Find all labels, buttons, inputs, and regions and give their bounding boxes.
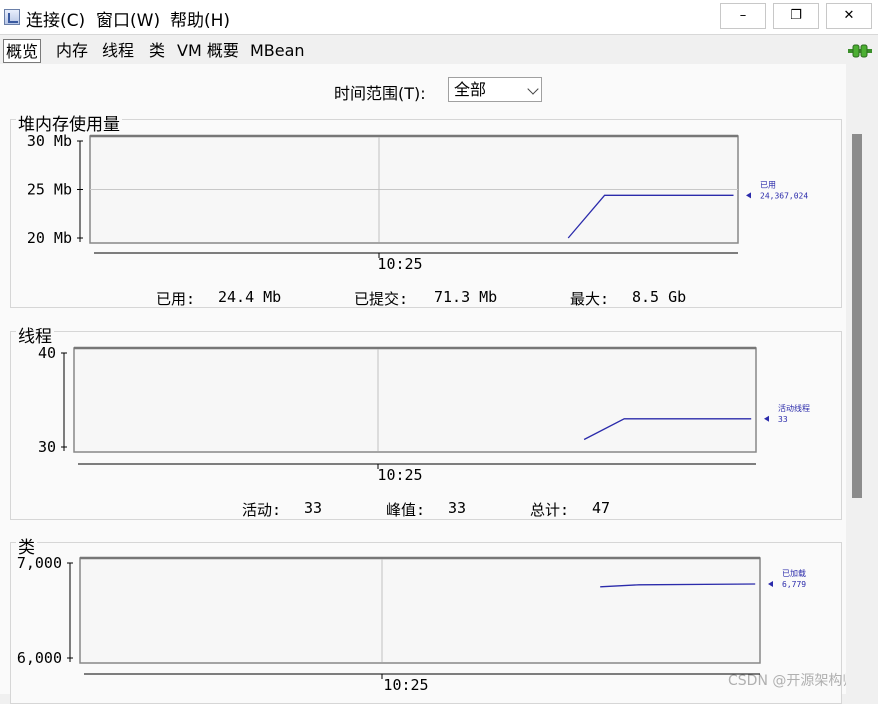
threads-total-label: 总计: [530,501,570,519]
time-range-value: 全部 [454,80,487,99]
threads-live-label: 活动: [242,501,282,519]
x-tick-label: 10:25 [377,466,422,484]
chevron-down-icon [527,83,539,95]
tab-vm-summary[interactable]: VM 概要 [175,39,241,63]
series-marker [768,580,773,587]
y-tick-label: 20 Mb [27,229,72,247]
restore-button[interactable]: ❐ [773,3,819,29]
heap-memory-chart: 30 Mb 25 Mb 20 Mb 10:25 已用 24,367,024 [27,132,809,273]
classes-chart: 7,000 6,000 10:25 已加载 6,779 [17,554,806,694]
time-range-select[interactable]: 全部 [448,77,542,102]
plot-area [79,557,761,664]
threads-peak-label: 峰值: [386,501,426,519]
heap-max-label: 最大: [570,290,610,308]
threads-chart: 40 30 10:25 活动线程 33 [38,344,810,484]
series-name: 已用 [760,180,776,189]
y-tick-label: 25 Mb [27,181,72,199]
java-app-icon [4,9,20,25]
watermark: CSDN @开源架构师 [728,673,857,689]
tab-memory[interactable]: 内存 [54,39,90,63]
tab-overview[interactable]: 概览 [3,39,42,63]
series-name: 活动线程 [778,403,810,413]
y-tick-label: 6,000 [17,649,62,667]
series-marker [764,415,769,422]
tab-threads[interactable]: 线程 [100,39,136,63]
y-tick-label: 7,000 [17,554,62,572]
time-range-label: 时间范围(T): [334,84,426,103]
y-tick-label: 40 [38,344,56,362]
heap-max-value: 8.5 Gb [632,288,687,306]
vertical-scrollbar[interactable] [846,108,866,694]
tab-classes[interactable]: 类 [147,39,167,63]
menu-bar: 连接(C) 窗口(W) 帮助(H) – ❐ ✕ [0,0,878,35]
series-current-value: 24,367,024 [760,191,808,200]
connection-status-icon[interactable] [848,43,872,59]
tab-mbeans[interactable]: MBean [248,39,307,63]
menu-window[interactable]: 窗口(W) [96,6,160,31]
heap-used-label: 已用: [156,290,196,308]
y-tick-label: 30 [38,438,56,456]
threads-peak-value: 33 [448,499,467,517]
y-tick-label: 30 Mb [27,132,72,150]
x-tick-label: 10:25 [383,676,428,694]
heap-used-value: 24.4 Mb [218,288,282,306]
scrollbar-thumb[interactable] [852,134,862,498]
series-current-value: 33 [778,415,788,424]
heap-committed-value: 71.3 Mb [434,288,498,306]
threads-live-value: 33 [304,499,323,517]
plot-area [73,347,757,453]
tab-bar: 概览 内存 线程 类 VM 概要 MBean [0,35,878,65]
series-current-value: 6,779 [782,580,806,589]
x-tick-label: 10:25 [377,255,422,273]
menu-connection[interactable]: 连接(C) [26,6,85,31]
close-button[interactable]: ✕ [826,3,872,29]
threads-total-value: 47 [592,499,611,517]
series-marker [746,192,751,199]
series-name: 已加载 [782,568,806,578]
menu-help[interactable]: 帮助(H) [170,6,230,31]
heap-committed-label: 已提交: [354,290,409,308]
minimize-button[interactable]: – [720,3,766,29]
